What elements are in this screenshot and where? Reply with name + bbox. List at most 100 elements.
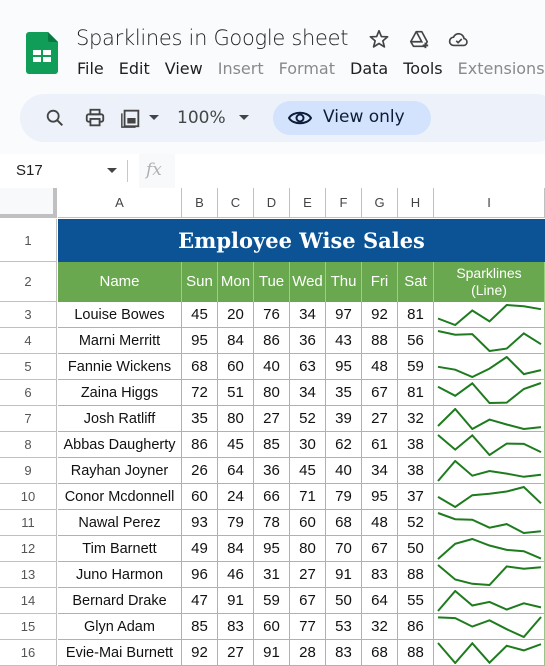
column-header-e[interactable]: E — [290, 188, 326, 218]
header-cell-name[interactable]: Name — [58, 262, 182, 302]
row-header[interactable]: 7 — [0, 406, 57, 432]
row-header-2[interactable]: 2 — [0, 262, 57, 302]
header-cell-tue[interactable]: Tue — [254, 262, 290, 302]
value-cell[interactable]: 86 — [182, 432, 218, 458]
value-cell[interactable]: 40 — [326, 458, 362, 484]
value-cell[interactable]: 30 — [290, 432, 326, 458]
name-cell[interactable]: Fannie Wickens — [58, 354, 182, 380]
row-header-1[interactable]: 1 — [0, 219, 57, 262]
value-cell[interactable]: 40 — [254, 354, 290, 380]
value-cell[interactable]: 95 — [254, 536, 290, 562]
value-cell[interactable]: 86 — [254, 328, 290, 354]
value-cell[interactable]: 70 — [326, 536, 362, 562]
value-cell[interactable]: 93 — [182, 510, 218, 536]
header-cell-sparklines[interactable]: Sparklines (Line) — [434, 262, 545, 302]
row-header[interactable]: 10 — [0, 484, 57, 510]
name-cell[interactable]: Bernard Drake — [58, 588, 182, 614]
value-cell[interactable]: 50 — [398, 536, 434, 562]
value-cell[interactable]: 27 — [362, 406, 398, 432]
value-cell[interactable]: 68 — [182, 354, 218, 380]
name-cell[interactable]: Juno Harmon — [58, 562, 182, 588]
header-cell-thu[interactable]: Thu — [326, 262, 362, 302]
value-cell[interactable]: 47 — [182, 588, 218, 614]
value-cell[interactable]: 81 — [398, 380, 434, 406]
name-box[interactable]: S17 — [0, 154, 127, 188]
value-cell[interactable]: 32 — [398, 406, 434, 432]
value-cell[interactable]: 96 — [182, 562, 218, 588]
value-cell[interactable]: 95 — [362, 484, 398, 510]
value-cell[interactable]: 91 — [218, 588, 254, 614]
value-cell[interactable]: 95 — [182, 328, 218, 354]
value-cell[interactable]: 76 — [254, 302, 290, 328]
header-cell-fri[interactable]: Fri — [362, 262, 398, 302]
menu-edit[interactable]: Edit — [119, 59, 150, 78]
value-cell[interactable]: 52 — [398, 510, 434, 536]
menu-extensions[interactable]: Extensions — [458, 59, 545, 78]
value-cell[interactable]: 60 — [290, 510, 326, 536]
row-header[interactable]: 3 — [0, 302, 57, 328]
star-icon[interactable] — [368, 28, 390, 50]
value-cell[interactable]: 48 — [362, 510, 398, 536]
value-cell[interactable]: 37 — [398, 484, 434, 510]
menu-insert[interactable]: Insert — [218, 59, 264, 78]
row-header[interactable]: 15 — [0, 614, 57, 640]
row-header[interactable]: 11 — [0, 510, 57, 536]
value-cell[interactable]: 31 — [254, 562, 290, 588]
value-cell[interactable]: 83 — [218, 614, 254, 640]
value-cell[interactable]: 51 — [218, 380, 254, 406]
zoom-level[interactable]: 100% — [177, 108, 226, 128]
value-cell[interactable]: 66 — [254, 484, 290, 510]
value-cell[interactable]: 81 — [398, 302, 434, 328]
name-cell[interactable]: Louise Bowes — [58, 302, 182, 328]
value-cell[interactable]: 45 — [218, 432, 254, 458]
calculator-icon[interactable] — [120, 106, 142, 130]
value-cell[interactable]: 62 — [326, 432, 362, 458]
value-cell[interactable]: 78 — [254, 510, 290, 536]
name-cell[interactable]: Nawal Perez — [58, 510, 182, 536]
name-cell[interactable]: Rayhan Joyner — [58, 458, 182, 484]
row-header[interactable]: 9 — [0, 458, 57, 484]
value-cell[interactable]: 43 — [326, 328, 362, 354]
row-header[interactable]: 8 — [0, 432, 57, 458]
value-cell[interactable]: 50 — [326, 588, 362, 614]
value-cell[interactable]: 68 — [326, 510, 362, 536]
header-cell-sun[interactable]: Sun — [182, 262, 218, 302]
value-cell[interactable]: 60 — [218, 354, 254, 380]
search-icon[interactable] — [44, 106, 66, 130]
column-header-b[interactable]: B — [182, 188, 218, 218]
value-cell[interactable]: 64 — [218, 458, 254, 484]
value-cell[interactable]: 83 — [362, 562, 398, 588]
value-cell[interactable]: 88 — [398, 562, 434, 588]
value-cell[interactable]: 67 — [290, 588, 326, 614]
column-header-g[interactable]: G — [362, 188, 398, 218]
value-cell[interactable]: 64 — [362, 588, 398, 614]
column-header-d[interactable]: D — [254, 188, 290, 218]
value-cell[interactable]: 39 — [326, 406, 362, 432]
name-cell[interactable]: Glyn Adam — [58, 614, 182, 640]
value-cell[interactable]: 28 — [290, 640, 326, 666]
value-cell[interactable]: 85 — [254, 432, 290, 458]
value-cell[interactable]: 92 — [362, 302, 398, 328]
sheets-logo-icon[interactable] — [26, 32, 58, 74]
add-to-drive-icon[interactable] — [408, 28, 430, 50]
value-cell[interactable]: 45 — [182, 302, 218, 328]
value-cell[interactable]: 72 — [182, 380, 218, 406]
select-all-corner[interactable] — [0, 188, 57, 218]
sheet-title-cell[interactable]: Employee Wise Sales — [58, 219, 545, 262]
value-cell[interactable]: 34 — [362, 458, 398, 484]
value-cell[interactable]: 55 — [398, 588, 434, 614]
print-icon[interactable] — [84, 106, 106, 130]
name-cell[interactable]: Josh Ratliff — [58, 406, 182, 432]
column-header-h[interactable]: H — [398, 188, 434, 218]
value-cell[interactable]: 79 — [218, 510, 254, 536]
row-header[interactable]: 6 — [0, 380, 57, 406]
chevron-down-icon[interactable] — [107, 168, 117, 173]
value-cell[interactable]: 27 — [254, 406, 290, 432]
value-cell[interactable]: 27 — [218, 640, 254, 666]
name-cell[interactable]: Zaina Higgs — [58, 380, 182, 406]
column-header-i[interactable]: I — [434, 188, 545, 218]
header-cell-mon[interactable]: Mon — [218, 262, 254, 302]
name-cell[interactable]: Conor Mcdonnell — [58, 484, 182, 510]
value-cell[interactable]: 97 — [326, 302, 362, 328]
value-cell[interactable]: 49 — [182, 536, 218, 562]
